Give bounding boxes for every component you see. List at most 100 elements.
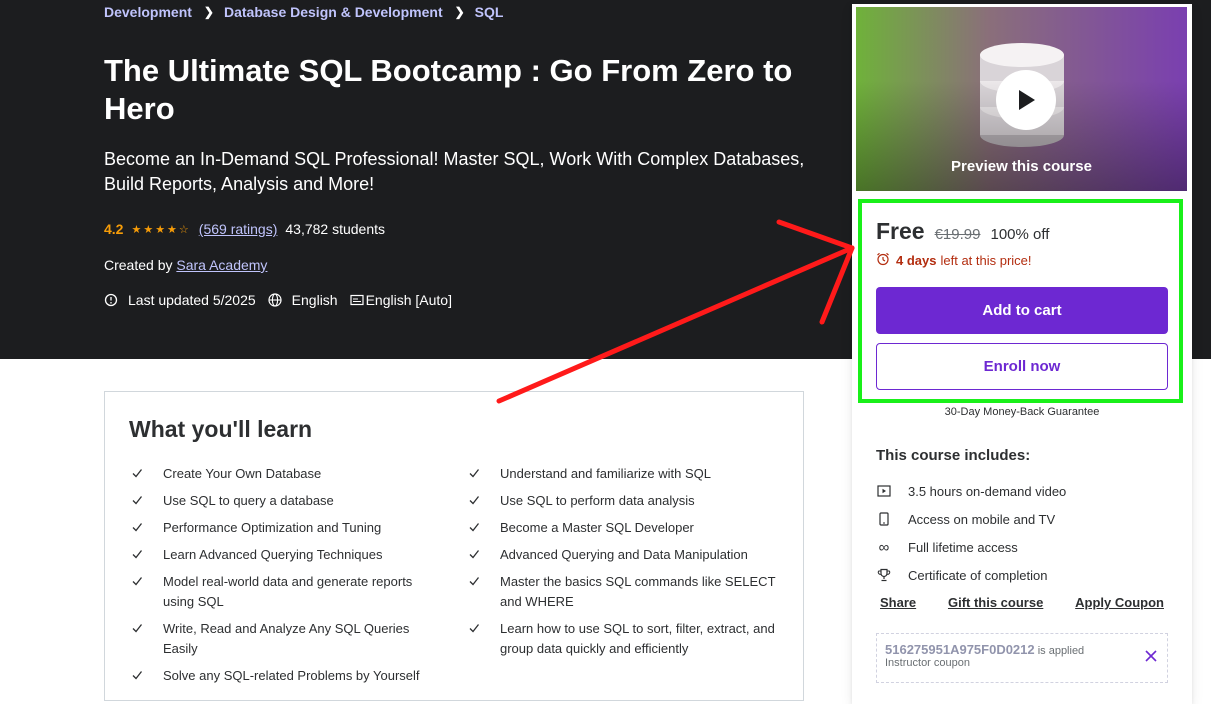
check-icon [131, 666, 147, 686]
close-icon[interactable] [1145, 650, 1157, 665]
includes-list: 3.5 hours on-demand video Access on mobi… [876, 477, 1166, 589]
list-item: Learn how to use SQL to sort, filter, ex… [468, 619, 778, 659]
captions: English [Auto] [349, 292, 452, 308]
include-label: 3.5 hours on-demand video [908, 483, 1067, 499]
include-label: Access on mobile and TV [908, 511, 1056, 527]
course-meta: Last updated 5/2025 English English [Aut… [104, 292, 464, 308]
check-icon [468, 545, 484, 565]
include-label: Full lifetime access [908, 539, 1018, 555]
list-item: Model real-world data and generate repor… [131, 572, 431, 612]
learn-list-left: Create Your Own Database Use SQL to quer… [131, 464, 431, 693]
course-subtitle: Become an In-Demand SQL Professional! Ma… [104, 149, 805, 194]
check-icon [131, 572, 147, 612]
learn-item-text: Become a Master SQL Developer [500, 520, 694, 535]
check-icon [131, 518, 147, 538]
apply-coupon-link[interactable]: Apply Coupon [1071, 595, 1168, 610]
gift-course-link[interactable]: Gift this course [944, 595, 1047, 610]
list-item: Write, Read and Analyze Any SQL Queries … [131, 619, 431, 659]
includes-title: This course includes: [876, 447, 1031, 464]
include-item: ∞ Full lifetime access [876, 533, 1166, 561]
include-label: Certificate of completion [908, 567, 1048, 583]
chevron-right-icon: ❯ [454, 5, 465, 19]
list-item: Performance Optimization and Tuning [131, 518, 431, 538]
check-icon [468, 619, 484, 659]
instructor-link[interactable]: Sara Academy [176, 257, 267, 273]
check-icon [468, 491, 484, 511]
timer-days: 4 days [896, 253, 937, 268]
discount-percent: 100% off [990, 226, 1050, 243]
chevron-right-icon: ❯ [203, 5, 214, 19]
timer-text: left at this price! [940, 253, 1032, 268]
alarm-clock-icon [876, 252, 890, 269]
mobile-icon [876, 511, 892, 527]
check-icon [468, 518, 484, 538]
rating-row: 4.2 ★★★★☆ (569 ratings) 43,782 students [104, 221, 385, 237]
learn-item-text: Use SQL to query a database [163, 493, 334, 508]
list-item: Learn Advanced Querying Techniques [131, 545, 431, 565]
learn-item-text: Understand and familiarize with SQL [500, 466, 711, 481]
infinity-icon: ∞ [878, 538, 890, 556]
check-icon [131, 464, 147, 484]
check-icon [468, 572, 484, 612]
rating-value: 4.2 [104, 221, 124, 237]
check-icon [131, 619, 147, 659]
learn-item-text: Advanced Querying and Data Manipulation [500, 547, 748, 562]
created-by-label: Created by [104, 257, 173, 273]
coupon-applied-text: is applied [1037, 645, 1085, 657]
applied-coupon: 516275951A975F0D0212 is applied Instruct… [876, 633, 1168, 683]
language-text: English [291, 292, 338, 308]
price-row: Free €19.99 100% off [876, 218, 1049, 245]
include-item: 3.5 hours on-demand video [876, 477, 1166, 505]
learn-list-right: Understand and familiarize with SQL Use … [468, 464, 778, 666]
check-icon [131, 491, 147, 511]
enroll-now-button[interactable]: Enroll now [876, 343, 1168, 390]
include-item: Certificate of completion [876, 561, 1166, 589]
price-timer: 4 days left at this price! [876, 252, 1032, 269]
students-count: 43,782 students [285, 221, 386, 237]
include-item: Access on mobile and TV [876, 505, 1166, 533]
list-item: Master the basics SQL commands like SELE… [468, 572, 778, 612]
last-updated-text: Last updated 5/2025 [128, 292, 256, 308]
learn-item-text: Write, Read and Analyze Any SQL Queries … [163, 621, 410, 656]
star-rating-icon: ★★★★☆ [131, 223, 191, 236]
course-preview[interactable]: Preview this course [855, 6, 1188, 192]
alert-badge-icon [104, 293, 118, 307]
list-item: Advanced Querying and Data Manipulation [468, 545, 778, 565]
learn-item-text: Solve any SQL-related Problems by Yourse… [163, 668, 420, 683]
ratings-link[interactable]: (569 ratings) [199, 221, 278, 237]
captions-icon [349, 293, 364, 307]
add-to-cart-button[interactable]: Add to cart [876, 287, 1168, 334]
list-item: Create Your Own Database [131, 464, 431, 484]
video-icon [876, 483, 892, 499]
learn-item-text: Create Your Own Database [163, 466, 322, 481]
original-price: €19.99 [934, 226, 981, 243]
list-item: Solve any SQL-related Problems by Yourse… [131, 666, 431, 686]
trophy-icon [876, 567, 892, 583]
check-icon [131, 545, 147, 565]
list-item: Understand and familiarize with SQL [468, 464, 778, 484]
learn-item-text: Use SQL to perform data analysis [500, 493, 695, 508]
last-updated: Last updated 5/2025 [104, 292, 256, 308]
language: English [268, 292, 338, 308]
learn-item-text: Model real-world data and generate repor… [163, 574, 413, 609]
check-icon [468, 464, 484, 484]
created-by: Created by Sara Academy [104, 257, 267, 273]
breadcrumb: Development ❯ Database Design & Developm… [104, 4, 503, 20]
card-links: Share Gift this course Apply Coupon [876, 595, 1168, 610]
globe-icon [268, 293, 282, 307]
learn-item-text: Performance Optimization and Tuning [163, 520, 382, 535]
breadcrumb-database-design[interactable]: Database Design & Development [224, 4, 443, 20]
coupon-type: Instructor coupon [885, 657, 970, 669]
breadcrumb-sql[interactable]: SQL [475, 4, 504, 20]
money-back-guarantee: 30-Day Money-Back Guarantee [944, 406, 1100, 418]
learn-title: What you'll learn [129, 416, 313, 442]
list-item: Become a Master SQL Developer [468, 518, 778, 538]
breadcrumb-development[interactable]: Development [104, 4, 192, 20]
share-link[interactable]: Share [876, 595, 920, 610]
list-item: Use SQL to perform data analysis [468, 491, 778, 511]
learn-item-text: Learn Advanced Querying Techniques [163, 547, 383, 562]
play-icon[interactable] [996, 70, 1056, 130]
current-price: Free [876, 218, 925, 244]
preview-label[interactable]: Preview this course [856, 158, 1187, 175]
captions-text: English [Auto] [365, 292, 452, 308]
